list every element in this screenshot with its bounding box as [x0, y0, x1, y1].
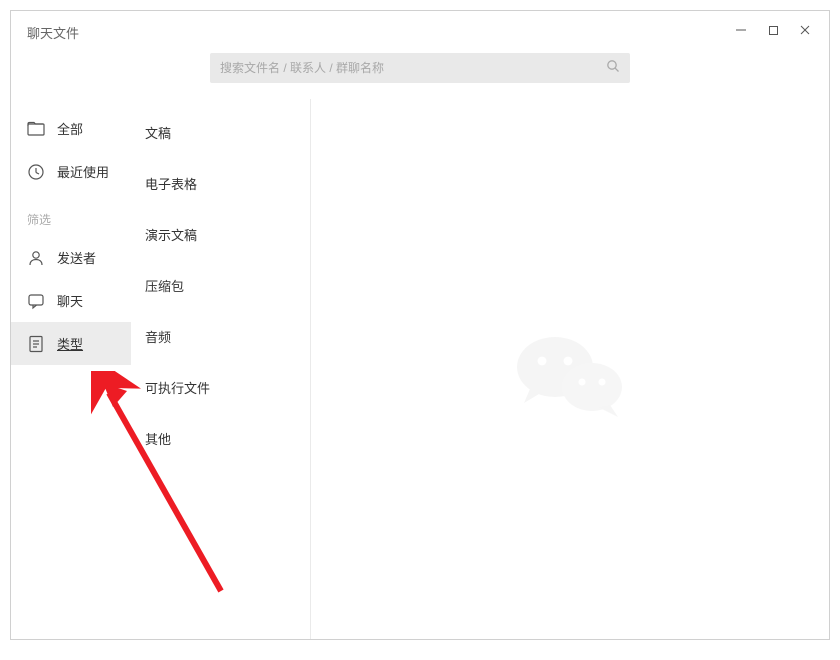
search-icon	[606, 59, 620, 78]
user-icon	[27, 249, 45, 267]
sidebar: 全部 最近使用 筛选 发送者 聊天	[11, 99, 131, 639]
sidebar-item-label: 全部	[57, 119, 83, 138]
sidebar-item-label: 发送者	[57, 248, 96, 267]
search-box[interactable]	[210, 53, 630, 83]
content-pane	[311, 99, 829, 639]
search-input[interactable]	[220, 61, 606, 75]
type-item-document[interactable]: 文稿	[131, 107, 310, 158]
document-icon	[27, 335, 45, 353]
close-button[interactable]	[789, 19, 821, 41]
sidebar-item-label: 类型	[57, 334, 83, 353]
type-item-audio[interactable]: 音频	[131, 311, 310, 362]
type-item-archive[interactable]: 压缩包	[131, 260, 310, 311]
wechat-logo-icon	[510, 327, 630, 432]
type-item-other[interactable]: 其他	[131, 413, 310, 464]
search-row	[11, 53, 829, 83]
sidebar-item-type[interactable]: 类型	[11, 322, 131, 365]
type-item-spreadsheet[interactable]: 电子表格	[131, 158, 310, 209]
type-list: 文稿 电子表格 演示文稿 压缩包 音频 可执行文件 其他	[131, 99, 311, 639]
body-area: 全部 最近使用 筛选 发送者 聊天	[11, 99, 829, 639]
window-title: 聊天文件	[27, 19, 79, 42]
sidebar-item-label: 最近使用	[57, 162, 109, 181]
type-item-executable[interactable]: 可执行文件	[131, 362, 310, 413]
folder-icon	[27, 120, 45, 138]
sidebar-item-all[interactable]: 全部	[11, 107, 131, 150]
app-window: 聊天文件 全部	[10, 10, 830, 640]
type-item-presentation[interactable]: 演示文稿	[131, 209, 310, 260]
sidebar-item-recent[interactable]: 最近使用	[11, 150, 131, 193]
filter-section-label: 筛选	[11, 193, 131, 236]
sidebar-item-sender[interactable]: 发送者	[11, 236, 131, 279]
maximize-button[interactable]	[757, 19, 789, 41]
clock-icon	[27, 163, 45, 181]
minimize-button[interactable]	[725, 19, 757, 41]
sidebar-item-label: 聊天	[57, 291, 83, 310]
window-controls	[725, 19, 821, 41]
chat-icon	[27, 292, 45, 310]
sidebar-item-chat[interactable]: 聊天	[11, 279, 131, 322]
